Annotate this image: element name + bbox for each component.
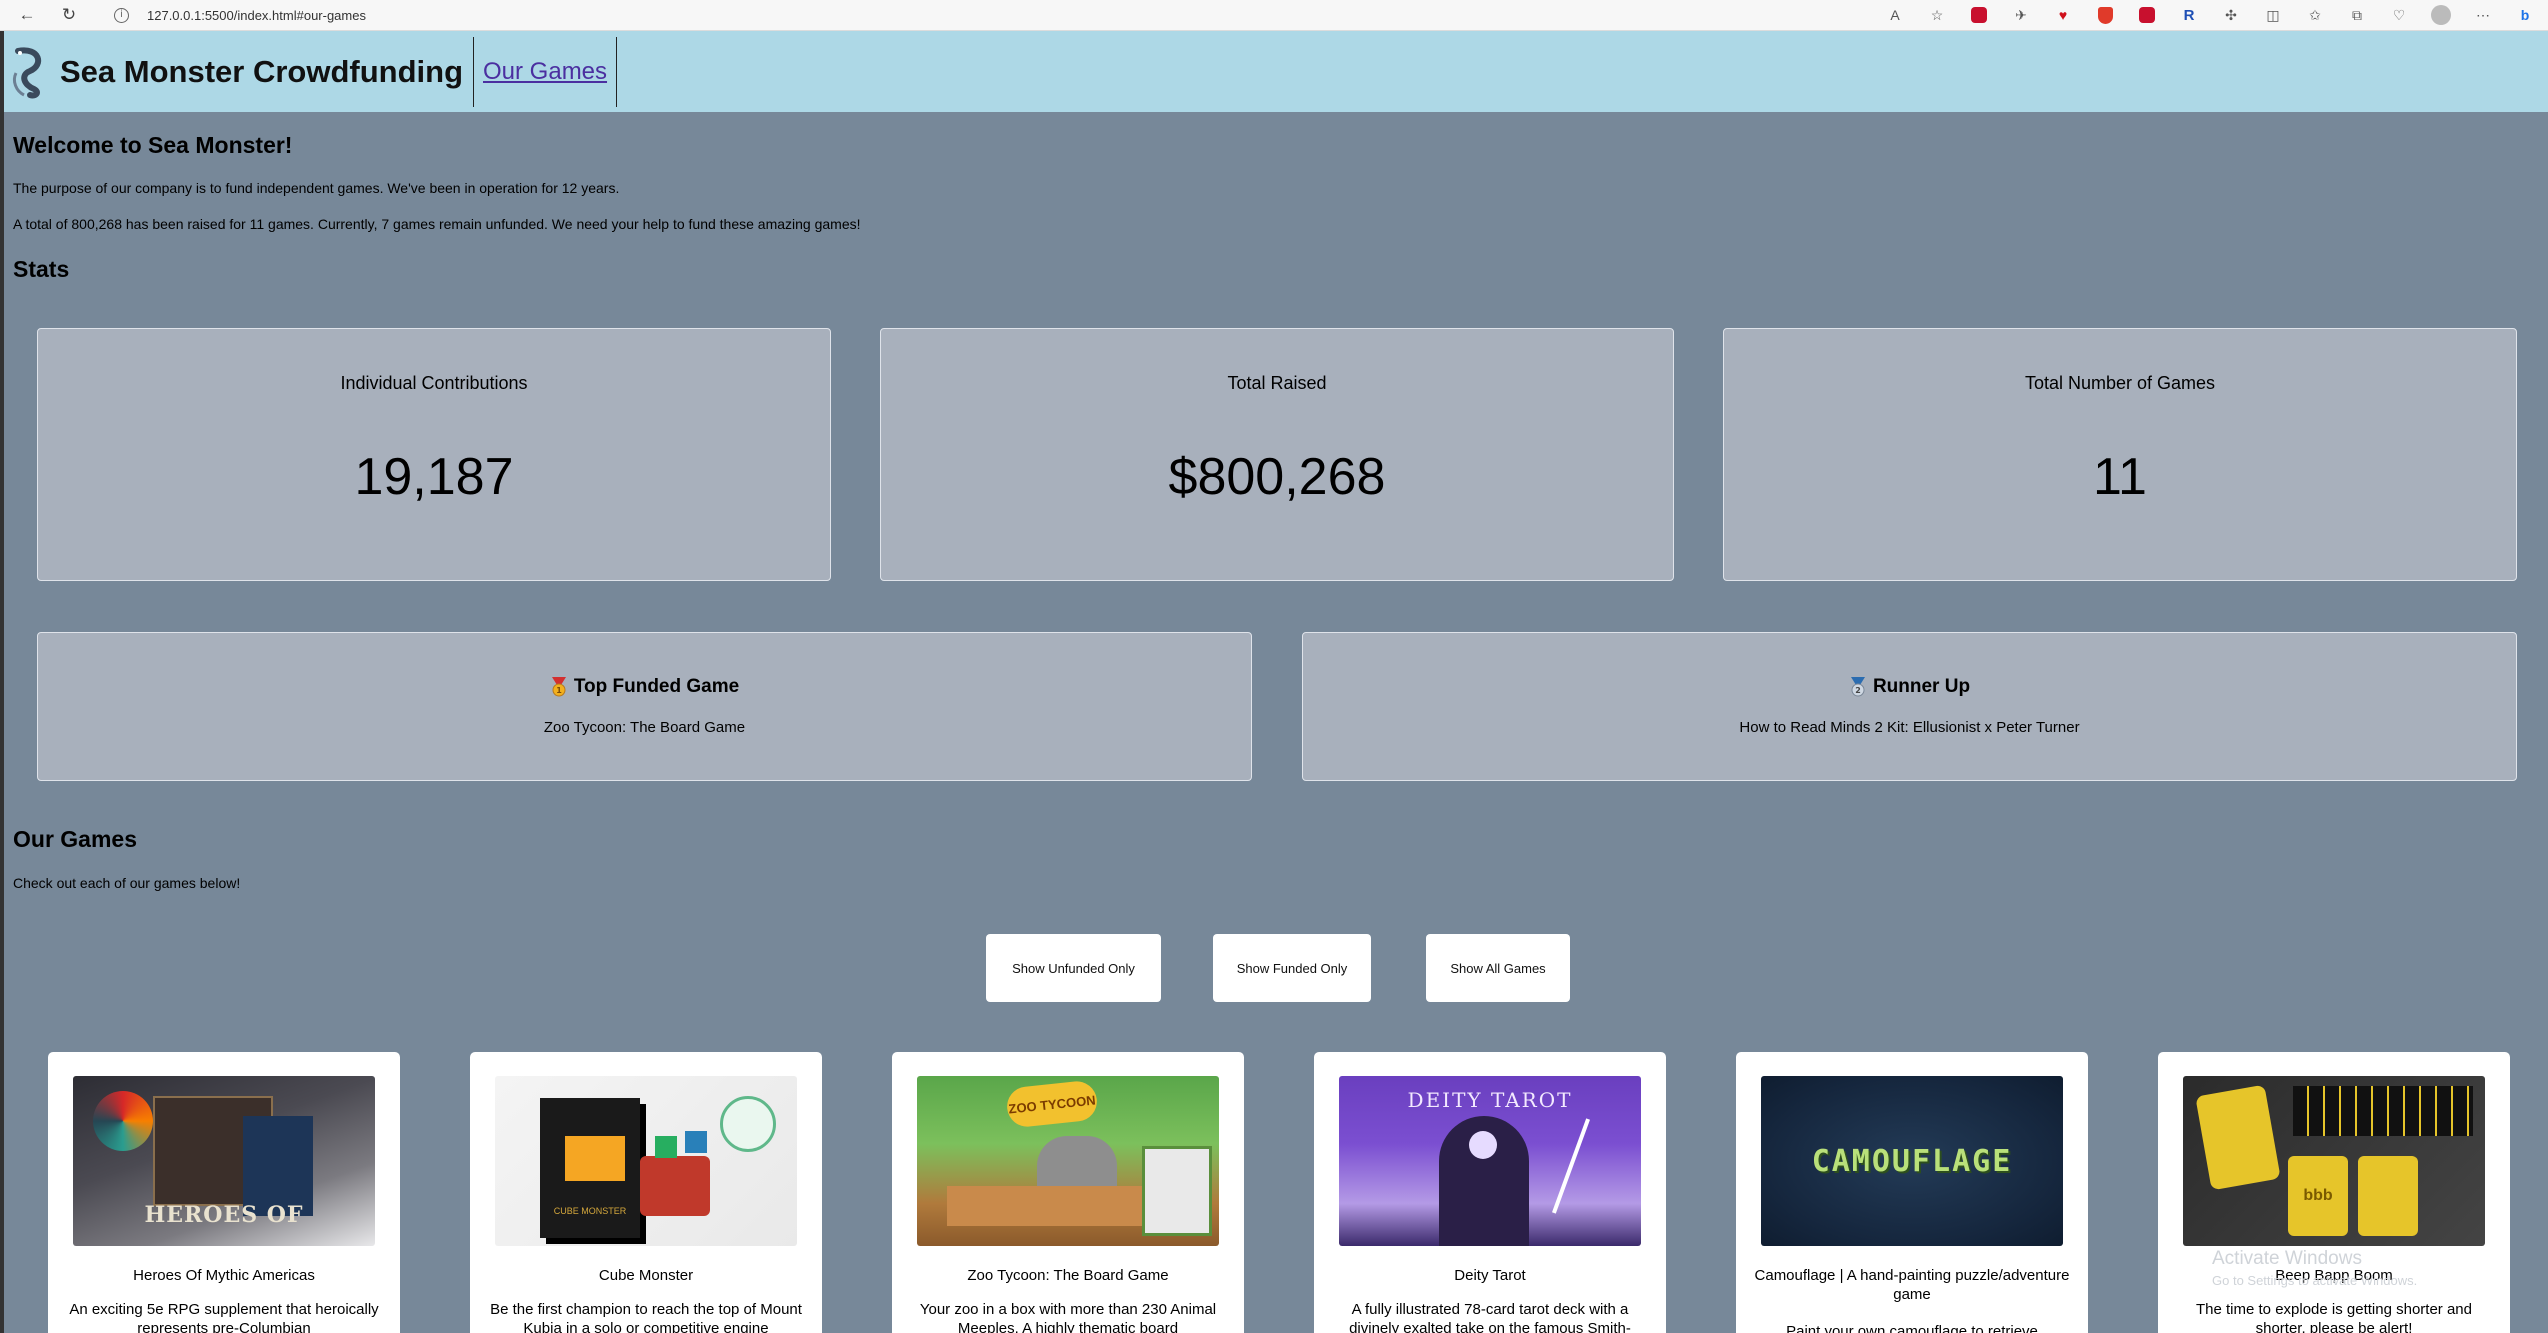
show-unfunded-button[interactable]: Show Unfunded Only [986, 934, 1161, 1002]
game-name: Cube Monster [598, 1267, 694, 1284]
game-card[interactable]: HEROES OF Heroes Of Mythic Americas An e… [48, 1052, 400, 1333]
runner-up-label: Runner Up [1872, 676, 1971, 697]
contributions-value: 19,187 [354, 448, 514, 506]
favorites-icon[interactable]: ✩ [2304, 4, 2326, 26]
game-image-camouflage[interactable]: CAMOUFLAGE [1761, 1076, 2063, 1246]
our-games-subtitle: Check out each of our games below! [13, 875, 241, 891]
split-screen-icon[interactable]: ◫ [2262, 4, 2284, 26]
contributions-label: Individual Contributions [340, 373, 528, 393]
collections-icon[interactable]: ⧉ [2346, 4, 2368, 26]
our-games-link[interactable]: Our Games [483, 58, 607, 85]
extensions-puzzle-icon[interactable]: ✣ [2220, 4, 2242, 26]
funding-summary: A total of 800,268 has been raised for 1… [13, 216, 861, 232]
more-menu-icon[interactable]: ⋯ [2472, 4, 2494, 26]
game-card[interactable]: bbb Beep Bapp Boom The time to explode i… [2158, 1052, 2510, 1333]
browser-toolbar: ← ↻ i 127.0.0.1:5500/index.html#our-game… [0, 0, 2548, 31]
top-funded-game: Zoo Tycoon: The Board Game [543, 719, 746, 736]
heart-pulse-icon[interactable]: ♡ [2388, 4, 2410, 26]
favorite-star-icon[interactable]: ☆ [1926, 4, 1948, 26]
game-image-cube-monster[interactable]: CUBE MONSTER [495, 1076, 797, 1246]
camouflage-image-text: CAMOUFLAGE [1811, 1144, 2013, 1179]
game-description: The time to explode is getting shorter a… [2196, 1301, 2472, 1333]
game-card[interactable]: CUBE MONSTER Cube Monster Be the first c… [470, 1052, 822, 1333]
extension-r-icon[interactable]: R [2178, 4, 2200, 26]
extension-bird-icon[interactable]: ✈ [2010, 4, 2032, 26]
game-card[interactable]: DEITY TAROT Deity Tarot A fully illustra… [1314, 1052, 1666, 1333]
our-games-heading: Our Games [13, 826, 137, 852]
show-all-button[interactable]: Show All Games [1426, 934, 1570, 1002]
beep-card-text: bbb [2288, 1156, 2348, 1236]
svg-text:2: 2 [1855, 686, 1861, 695]
bing-icon[interactable]: b [2514, 4, 2536, 26]
back-arrow-icon[interactable]: ← [12, 3, 42, 27]
welcome-heading: Welcome to Sea Monster! [13, 132, 293, 158]
address-bar[interactable]: i 127.0.0.1:5500/index.html#our-games [114, 7, 366, 23]
extensions-bar: A ☆ ✈ ♥ R ✣ ◫ ✩ ⧉ ♡ ⋯ b [1884, 4, 2536, 26]
extension-red-icon[interactable] [1971, 7, 1987, 23]
runner-up-card: 2 Runner Up How to Read Minds 2 Kit: Ell… [1302, 632, 2517, 781]
info-icon[interactable]: i [114, 7, 129, 23]
extension-gmail-icon[interactable] [2139, 7, 2155, 23]
profile-avatar[interactable] [2431, 5, 2451, 25]
contributions-card: Individual Contributions 19,187 [37, 328, 831, 581]
game-card[interactable]: CAMOUFLAGE Camouflage | A hand-painting … [1736, 1052, 2088, 1333]
deity-tarot-image-text: DEITY TAROT [1407, 1088, 1573, 1112]
game-description: Paint your own camouflage to retrieve [1786, 1323, 2038, 1333]
game-description: An exciting 5e RPG supplement that heroi… [69, 1301, 379, 1333]
game-image-heroes[interactable]: HEROES OF [73, 1076, 375, 1246]
total-games-label: Total Number of Games [2024, 373, 2216, 393]
activate-windows-hint: Go to Settings to activate Windows. [2212, 1273, 2418, 1288]
game-image-deity-tarot[interactable]: DEITY TAROT [1339, 1076, 1641, 1246]
game-name: Heroes Of Mythic Americas [133, 1267, 315, 1284]
runner-up-game: How to Read Minds 2 Kit: Ellusionist x P… [1739, 719, 2080, 736]
top-funded-label: Top Funded Game [573, 676, 740, 697]
read-aloud-icon[interactable]: A [1884, 4, 1906, 26]
svg-text:1: 1 [556, 686, 562, 695]
welcome-description: The purpose of our company is to fund in… [13, 180, 620, 196]
game-description: Be the first champion to reach the top o… [490, 1301, 802, 1333]
site-title: Sea Monster Crowdfunding [60, 36, 474, 107]
cube-monster-image-text: CUBE MONSTER [553, 1206, 627, 1216]
second-place-medal-icon: 2 [1850, 677, 1865, 697]
game-image-beep-bapp-boom[interactable]: bbb [2183, 1076, 2485, 1246]
game-description: Your zoo in a box with more than 230 Ani… [919, 1301, 1217, 1333]
sea-monster-logo-icon [12, 46, 42, 98]
show-funded-button[interactable]: Show Funded Only [1213, 934, 1371, 1002]
total-games-value: 11 [2093, 448, 2147, 506]
first-place-medal-icon: 1 [551, 677, 566, 697]
game-description: A fully illustrated 78-card tarot deck w… [1349, 1301, 1631, 1333]
zoo-tycoon-logo: ZOO TYCOON [1005, 1079, 1099, 1129]
total-raised-card: Total Raised $800,268 [880, 328, 1674, 581]
total-raised-value: $800,268 [1168, 448, 1386, 506]
heroes-image-text: HEROES OF [144, 1202, 304, 1228]
extension-heart-icon[interactable]: ♥ [2052, 4, 2074, 26]
top-funded-card: 1 Top Funded Game Zoo Tycoon: The Board … [37, 632, 1252, 781]
url-text: 127.0.0.1:5500/index.html#our-games [147, 7, 366, 23]
reload-icon[interactable]: ↻ [54, 3, 84, 27]
stats-heading: Stats [13, 256, 70, 282]
site-header: Sea Monster Crowdfunding Our Games [4, 31, 2548, 112]
game-name: Zoo Tycoon: The Board Game [967, 1267, 1169, 1284]
extension-shield-icon[interactable] [2097, 6, 2113, 24]
window-left-edge [0, 31, 4, 1333]
game-name: Camouflage | A hand-painting puzzle/adve… [1754, 1267, 2070, 1303]
game-image-zoo-tycoon[interactable]: ZOO TYCOON [917, 1076, 1219, 1246]
game-name: Deity Tarot [1454, 1267, 1526, 1284]
activate-windows-watermark: Activate Windows [2212, 1248, 2362, 1269]
total-games-card: Total Number of Games 11 [1723, 328, 2517, 581]
game-card[interactable]: ZOO TYCOON Zoo Tycoon: The Board Game Yo… [892, 1052, 1244, 1333]
total-raised-label: Total Raised [1227, 373, 1327, 393]
